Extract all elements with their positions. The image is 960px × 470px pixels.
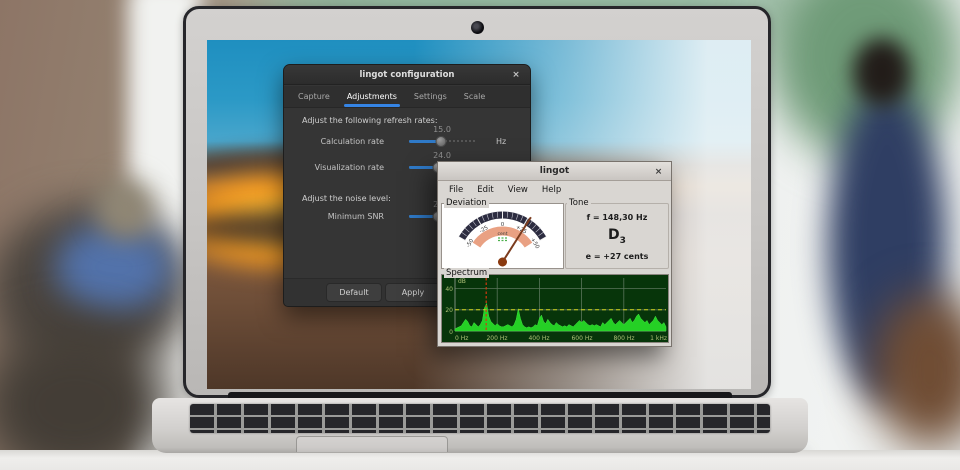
spectrum-area: [454, 302, 667, 332]
close-icon[interactable]: ×: [653, 166, 664, 177]
config-window-title: lingot configuration: [359, 69, 455, 80]
desk-surface: [0, 450, 960, 470]
gauge-cent-label: cent: [497, 231, 507, 237]
ytick-40: 40: [445, 286, 453, 293]
minimum-snr-label: Minimum SNR: [327, 212, 384, 221]
xtick-400: 400 Hz: [528, 335, 549, 342]
background-standing-person-head: [853, 38, 911, 106]
gauge-zero-marker: [498, 237, 507, 242]
menu-help[interactable]: Help: [535, 185, 568, 195]
xtick-0: 0 Hz: [455, 335, 468, 342]
menu-view[interactable]: View: [501, 185, 535, 195]
spectrum-svg: dB 0 20 40 0 Hz 200 Hz 400 Hz 600 Hz 800…: [445, 278, 667, 342]
menu-edit[interactable]: Edit: [470, 185, 500, 195]
xtick-600: 600 Hz: [571, 335, 592, 342]
config-tabbar: Capture Adjustments Settings Scale: [284, 86, 530, 108]
tuner-window-title: lingot: [539, 166, 570, 176]
tone-frame-label: Tone: [567, 198, 591, 208]
noise-level-heading: Adjust the noise level:: [302, 194, 391, 203]
webcam: [470, 21, 484, 34]
refresh-rates-heading: Adjust the following refresh rates:: [302, 116, 438, 125]
db-axis-label: dB: [458, 278, 466, 285]
note-readout: D3: [566, 227, 668, 246]
note-octave: 3: [619, 235, 626, 246]
svg-text:+50: +50: [529, 237, 540, 250]
error-readout: e = +27 cents: [585, 252, 649, 261]
deviation-gauge: -50 -25 0 +25 +50 cent: [441, 203, 564, 269]
calculation-rate-unit: Hz: [496, 137, 507, 146]
tab-settings[interactable]: Settings: [414, 86, 447, 107]
note-letter: D: [608, 227, 620, 243]
tuner-window: lingot × File Edit View Help Deviation -…: [437, 161, 672, 347]
menu-file[interactable]: File: [442, 185, 470, 195]
svg-text:0: 0: [501, 222, 505, 228]
visualization-rate-value: 24.0: [433, 151, 451, 160]
config-titlebar[interactable]: lingot configuration ×: [284, 65, 530, 85]
calculation-rate-label: Calculation rate: [320, 137, 384, 146]
tone-panel: f = 148,30 Hz D3 e = +27 cents: [565, 203, 669, 269]
default-button[interactable]: Default: [326, 283, 382, 302]
background-person-head-left: [95, 178, 155, 240]
laptop-screen: lingot configuration × Capture Adjustmen…: [207, 40, 751, 389]
apply-button[interactable]: Apply: [385, 283, 441, 302]
tuner-titlebar[interactable]: lingot ×: [438, 162, 671, 181]
tab-adjustments[interactable]: Adjustments: [343, 86, 401, 107]
ytick-0: 0: [449, 329, 453, 336]
gauge-svg: -50-250 +25+50 cent: [458, 211, 547, 267]
laptop-trackpad: [296, 436, 448, 452]
spectrum-frame-label: Spectrum: [444, 268, 490, 278]
ytick-20: 20: [445, 307, 453, 314]
gauge-pivot: [498, 257, 507, 267]
xtick-800: 800 Hz: [613, 335, 634, 342]
close-icon[interactable]: ×: [510, 69, 522, 81]
photo-scene: lingot configuration × Capture Adjustmen…: [0, 0, 960, 470]
tab-capture[interactable]: Capture: [298, 86, 330, 107]
xtick-1k: 1 kHz: [650, 335, 667, 342]
frequency-readout: f = 148,30 Hz: [586, 213, 648, 222]
calculation-rate-slider[interactable]: [409, 136, 475, 147]
tuner-menubar: File Edit View Help: [438, 181, 671, 198]
visualization-rate-label: Visualization rate: [314, 163, 384, 172]
calculation-rate-value: 15.0: [433, 125, 451, 134]
xtick-200: 200 Hz: [486, 335, 507, 342]
deviation-frame-label: Deviation: [444, 198, 489, 208]
spectrum-panel: dB 0 20 40 0 Hz 200 Hz 400 Hz 600 Hz 800…: [441, 274, 669, 343]
slider-handle[interactable]: [435, 136, 447, 147]
tab-scale[interactable]: Scale: [464, 86, 486, 107]
laptop-keyboard: [190, 404, 770, 433]
